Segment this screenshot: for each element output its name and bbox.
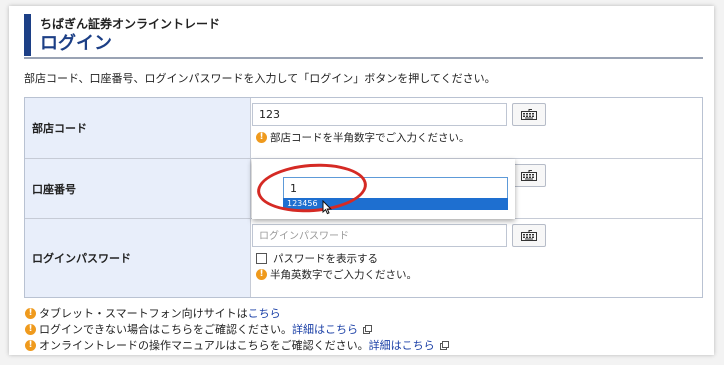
branch-code-label: 部店コード (25, 98, 251, 158)
warning-icon: ! (25, 339, 36, 351)
keyboard-icon (521, 170, 537, 181)
manual-text: オンライントレードの操作マニュアルはこちらをご確認ください。 (39, 339, 369, 352)
password-input[interactable] (252, 224, 507, 247)
account-number-label: 口座番号 (25, 159, 251, 218)
page-title: ログイン (40, 33, 112, 54)
branch-keyboard-button[interactable] (512, 103, 546, 126)
warning-icon: ! (256, 269, 267, 280)
warning-icon: ! (25, 323, 36, 335)
tablet-site-link[interactable]: こちら (248, 305, 281, 321)
checkbox-box[interactable] (256, 253, 267, 264)
mouse-cursor-icon (322, 200, 332, 215)
header-accent-bar (24, 14, 31, 56)
branch-code-input[interactable] (252, 103, 507, 126)
show-password-checkbox[interactable]: パスワードを表示する (256, 251, 378, 266)
keyboard-icon (521, 109, 537, 120)
password-keyboard-button[interactable] (512, 224, 546, 247)
password-label: ログインパスワード (25, 219, 251, 297)
instruction-text: 部店コード、口座番号、ログインパスワードを入力して「ログイン」ボタンを押してくだ… (24, 72, 496, 85)
password-hint: ! 半角英数字でご入力ください。 (256, 267, 417, 282)
password-hint-text: 半角英数字でご入力ください。 (270, 269, 417, 281)
keyboard-icon (521, 230, 537, 241)
manual-link[interactable]: 詳細はこちら (369, 337, 435, 353)
warning-icon: ! (256, 132, 267, 143)
login-help-line: ! ログインできない場合はこちらをご確認ください。 詳細はこちら (25, 321, 372, 337)
manual-line: ! オンライントレードの操作マニュアルはこちらをご確認ください。 詳細はこちら (25, 337, 449, 353)
header-divider (24, 57, 703, 59)
branch-code-hint-text: 部店コードを半角数字でご入力ください。 (270, 132, 470, 144)
login-help-link[interactable]: 詳細はこちら (292, 321, 358, 337)
tablet-site-text: タブレット・スマートフォン向けサイトは (39, 307, 248, 320)
warning-icon: ! (25, 307, 36, 319)
external-link-icon (439, 340, 449, 350)
branch-code-hint: ! 部店コードを半角数字でご入力ください。 (256, 130, 470, 145)
external-link-icon (363, 324, 372, 334)
account-keyboard-button[interactable] (512, 164, 546, 187)
login-help-text: ログインできない場合はこちらをご確認ください。 (39, 323, 292, 336)
show-password-label: パスワードを表示する (273, 253, 378, 265)
tablet-site-line: ! タブレット・スマートフォン向けサイトは こちら (25, 305, 281, 321)
